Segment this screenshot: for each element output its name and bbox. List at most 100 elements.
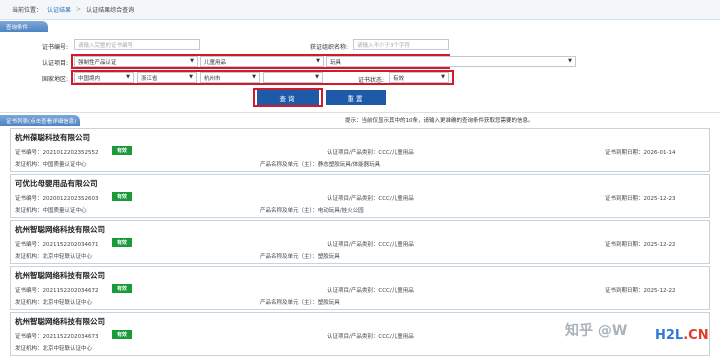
cert-no-value: 2020012202352603 <box>42 196 99 202</box>
project-label: 认证项目: <box>41 60 68 67</box>
status-select[interactable]: 有效 ▼ <box>389 72 449 83</box>
cert-no-label: 证书编号： <box>15 334 43 340</box>
expire-value: 2026-01-14 <box>643 150 676 156</box>
company-name[interactable]: 杭州智聪网络科技有限公司 <box>15 270 105 281</box>
cert-no-text: 证书编号：2021152202034673 <box>15 332 99 340</box>
product-label: 产品名称及单元（主）： <box>260 162 318 168</box>
province-select-value: 浙江省 <box>141 75 158 82</box>
chevron-down-icon: ▼ <box>190 58 194 64</box>
company-name[interactable]: 杭州智聪网络科技有限公司 <box>15 224 105 235</box>
site-watermark: H2L.CN <box>655 328 709 343</box>
district-select[interactable]: ▼ <box>263 72 323 83</box>
product-value: 静态塑胶玩具/体能器玩具 <box>317 162 381 168</box>
cert-no-label: 证书编号： <box>15 196 43 202</box>
project-value: CCC/儿童用品 <box>378 288 414 294</box>
chevron-down-icon: ▼ <box>189 74 193 80</box>
project-field-label: 认证项目/产品类别： <box>327 242 379 248</box>
product-text: 产品名称及单元（主）：塑胶玩具 <box>260 252 340 260</box>
org-name-label: 获证组织名称: <box>309 44 348 51</box>
project-text: 认证项目/产品类别：CCC/儿童用品 <box>327 148 414 156</box>
product-label: 产品名称及单元（主）： <box>260 254 318 260</box>
cert-no-label: 证书编号： <box>15 242 43 248</box>
issuer-value: 北京中轻联认证中心 <box>42 300 93 306</box>
site-watermark-b: .CN <box>683 328 709 343</box>
list-item[interactable]: 杭州智聪网络科技有限公司 证书编号：2021152202034671 有效 认证… <box>10 220 710 264</box>
cert-no-text: 证书编号：2021012202352552 <box>15 148 99 156</box>
issuer-label: 发证机构： <box>15 300 43 306</box>
expire-value: 2025-12-22 <box>643 242 676 248</box>
cert-no-value: 2021152202034671 <box>42 242 99 248</box>
issuer-label: 发证机构： <box>15 346 43 352</box>
list-hint-text: 提示：当前仅显示其中的10条，请输入更准确的查询条件获取您需要的信息。 <box>345 118 534 124</box>
company-name[interactable]: 可优比母婴用品有限公司 <box>15 178 98 189</box>
project-select[interactable]: 强制性产品认证 ▼ <box>74 56 198 67</box>
issuer-label: 发证机构： <box>15 208 43 214</box>
issuer-value: 北京中轻联认证中心 <box>42 346 93 352</box>
cert-no-value: 2021152202034672 <box>42 288 99 294</box>
project-field-label: 认证项目/产品类别： <box>327 334 379 340</box>
product-value: 电动玩具/娃火公园 <box>317 208 364 214</box>
product-select[interactable]: 玩具 ▼ <box>326 56 576 67</box>
expire-label: 证书到期日期： <box>605 150 644 156</box>
project-select-value: 强制性产品认证 <box>78 59 117 66</box>
query-button[interactable]: 查询 <box>257 90 319 105</box>
region-label: 国家地区: <box>41 76 68 83</box>
expire-label: 证书到期日期： <box>605 288 644 294</box>
reset-button[interactable]: 重置 <box>326 90 386 105</box>
expire-text: 证书到期日期：2026-01-14 <box>605 148 675 156</box>
product-text: 产品名称及单元（主）：电动玩具/娃火公园 <box>260 206 364 214</box>
country-select-value: 中国境内 <box>78 75 101 82</box>
expire-text: 证书到期日期：2025-12-22 <box>605 286 675 294</box>
category-select[interactable]: 儿童用品 ▼ <box>200 56 324 67</box>
chevron-down-icon: ▼ <box>126 74 130 80</box>
province-select[interactable]: 浙江省 ▼ <box>137 72 197 83</box>
list-item[interactable]: 杭州葆聪科技有限公司 证书编号：2021012202352552 有效 认证项目… <box>10 128 710 172</box>
project-text: 认证项目/产品类别：CCC/儿童用品 <box>327 332 414 340</box>
status-badge: 有效 <box>112 146 132 155</box>
list-section-header: 证书列表(点击查看详细信息) <box>0 115 80 126</box>
cert-no-text: 证书编号：2021152202034671 <box>15 240 99 248</box>
list-item[interactable]: 可优比母婴用品有限公司 证书编号：2020012202352603 有效 认证项… <box>10 174 710 218</box>
chevron-down-icon: ▼ <box>441 74 445 80</box>
country-select[interactable]: 中国境内 ▼ <box>74 72 134 83</box>
cert-no-input[interactable]: 请输入完整的证书编号 <box>74 39 200 50</box>
chevron-down-icon: ▼ <box>252 74 256 80</box>
zhihu-watermark: 知乎 @W <box>565 323 628 339</box>
breadcrumb-current: 认证结果综合查询 <box>86 7 135 14</box>
expire-label: 证书到期日期： <box>605 196 644 202</box>
product-label: 产品名称及单元（主）： <box>260 208 318 214</box>
breadcrumb-link-results[interactable]: 认证结果 <box>47 5 71 14</box>
expire-value: 2025-12-23 <box>643 196 676 202</box>
project-value: CCC/儿童用品 <box>378 196 414 202</box>
project-value: CCC/儿童用品 <box>378 334 414 340</box>
project-text: 认证项目/产品类别：CCC/儿童用品 <box>327 286 414 294</box>
chevron-down-icon: ▼ <box>316 58 320 64</box>
issuer-value: 中国质量认证中心 <box>42 162 87 168</box>
breadcrumb-separator: > <box>76 6 82 13</box>
section-divider <box>0 112 720 113</box>
project-text: 认证项目/产品类别：CCC/儿童用品 <box>327 194 414 202</box>
issuer-value: 北京中轻联认证中心 <box>42 254 93 260</box>
issuer-text: 发证机构：北京中轻联认证中心 <box>15 252 92 260</box>
product-value: 塑胶玩具 <box>317 300 340 306</box>
expire-text: 证书到期日期：2025-12-22 <box>605 240 675 248</box>
chevron-down-icon: ▼ <box>568 58 572 64</box>
project-text: 认证项目/产品类别：CCC/儿童用品 <box>327 240 414 248</box>
company-name[interactable]: 杭州智聪网络科技有限公司 <box>15 316 105 327</box>
status-select-value: 有效 <box>393 75 405 82</box>
project-value: CCC/儿童用品 <box>378 242 414 248</box>
project-field-label: 认证项目/产品类别： <box>327 150 379 156</box>
status-badge: 有效 <box>112 238 132 247</box>
product-text: 产品名称及单元（主）：静态塑胶玩具/体能器玩具 <box>260 160 380 168</box>
product-label: 产品名称及单元（主）： <box>260 300 318 306</box>
cert-no-label: 证书编号: <box>41 44 68 51</box>
list-item[interactable]: 杭州智聪网络科技有限公司 证书编号：2021152202034672 有效 认证… <box>10 266 710 310</box>
org-name-input[interactable]: 请输入不少于3个字符 <box>353 39 449 50</box>
status-label: 证书状态: <box>357 77 384 84</box>
company-name[interactable]: 杭州葆聪科技有限公司 <box>15 132 90 143</box>
issuer-label: 发证机构： <box>15 162 43 168</box>
issuer-text: 发证机构：中国质量认证中心 <box>15 206 87 214</box>
breadcrumb: 当前位置： 认证结果 > 认证结果综合查询 <box>0 0 720 20</box>
cert-no-text: 证书编号：2020012202352603 <box>15 194 99 202</box>
city-select[interactable]: 杭州市 ▼ <box>200 72 260 83</box>
